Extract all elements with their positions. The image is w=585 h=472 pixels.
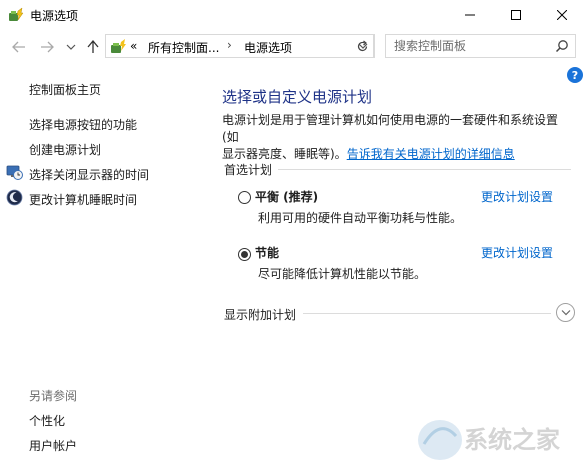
see-also-heading: 另请参阅	[29, 389, 78, 403]
sidebar-item-personalization[interactable]: 个性化	[29, 412, 65, 429]
page-description: 电源计划是用于管理计算机如何使用电源的一套硬件和系统设置(如 显示器亮度、睡眠等…	[222, 112, 572, 163]
refresh-icon	[357, 40, 368, 51]
power-options-icon	[9, 7, 24, 21]
minimize-icon	[465, 14, 475, 16]
watermark-text: 系统之家	[464, 426, 560, 454]
plan-power-saver-radio[interactable]	[238, 248, 251, 261]
minimize-button[interactable]	[447, 0, 493, 30]
window-title: 电源选项	[30, 9, 79, 23]
search-box[interactable]	[385, 34, 576, 58]
divider	[278, 169, 571, 170]
sidebar-item-power-buttons[interactable]: 选择电源按钮的功能	[29, 116, 137, 133]
forward-button[interactable]	[38, 38, 56, 56]
address-overflow[interactable]: «	[130, 39, 137, 53]
plan-balanced-description: 利用可用的硬件自动平衡功耗与性能。	[258, 211, 463, 225]
description-line-1: 电源计划是用于管理计算机如何使用电源的一套硬件和系统设置(如	[222, 113, 559, 144]
plan-balanced-name[interactable]: 平衡 (推荐)	[255, 188, 318, 205]
sidebar-item-display-off[interactable]: 选择关闭显示器的时间	[29, 166, 149, 183]
close-button[interactable]	[539, 0, 585, 30]
watermark-logo: 系统之家	[418, 420, 560, 460]
close-icon	[557, 10, 567, 20]
search-icon[interactable]	[555, 39, 569, 53]
description-line-2-text: 显示器亮度、睡眠等)。	[222, 147, 347, 161]
sidebar-item-sleep-time[interactable]: 更改计算机睡眠时间	[29, 191, 137, 208]
address-bar[interactable]: « 所有控制面... › 电源选项	[105, 34, 375, 58]
navigation-bar: « 所有控制面... › 电源选项	[0, 30, 585, 64]
refresh-button[interactable]	[352, 34, 374, 58]
chevron-down-icon	[561, 310, 570, 316]
up-button[interactable]	[84, 38, 102, 56]
page-title: 选择或自定义电源计划	[222, 88, 373, 106]
recent-locations-button[interactable]	[62, 38, 80, 56]
monitor-clock-icon	[6, 165, 23, 180]
breadcrumb-separator[interactable]: ›	[227, 38, 232, 52]
back-button[interactable]	[10, 38, 28, 56]
help-button[interactable]: ?	[567, 67, 583, 83]
sidebar-item-create-plan[interactable]: 创建电源计划	[29, 141, 101, 158]
title-bar: 电源选项	[0, 0, 585, 30]
plan-power-saver-name[interactable]: 节能	[255, 244, 279, 261]
breadcrumb-power-options[interactable]: 电源选项	[244, 39, 292, 56]
back-arrow-icon	[12, 41, 25, 53]
control-panel-icon	[111, 39, 126, 53]
forward-arrow-icon	[41, 41, 54, 53]
sidebar-control-panel-home[interactable]: 控制面板主页	[29, 81, 101, 98]
show-additional-plans-label[interactable]: 显示附加计划	[224, 306, 296, 323]
search-input[interactable]	[394, 38, 544, 54]
plan-power-saver-description: 尽可能降低计算机性能以节能。	[258, 267, 427, 281]
maximize-button[interactable]	[493, 0, 539, 30]
moon-sleep-icon	[6, 189, 23, 206]
up-arrow-icon	[87, 40, 99, 53]
chevron-down-icon	[66, 44, 76, 50]
plan-balanced-radio[interactable]	[238, 191, 251, 204]
sidebar-item-user-accounts[interactable]: 用户帐户	[29, 437, 77, 454]
expand-additional-plans-button[interactable]	[556, 303, 575, 322]
description-line-2: 显示器亮度、睡眠等)。告诉我有关电源计划的详细信息	[222, 146, 572, 163]
maximize-icon	[511, 10, 521, 20]
divider	[303, 313, 551, 314]
breadcrumb-all-control-panel[interactable]: 所有控制面...	[148, 39, 219, 56]
learn-more-link[interactable]: 告诉我有关电源计划的详细信息	[347, 147, 515, 161]
plan-balanced-change-settings-link[interactable]: 更改计划设置	[481, 188, 553, 205]
preferred-plans-heading: 首选计划	[224, 163, 273, 177]
plan-power-saver-change-settings-link[interactable]: 更改计划设置	[481, 244, 553, 261]
